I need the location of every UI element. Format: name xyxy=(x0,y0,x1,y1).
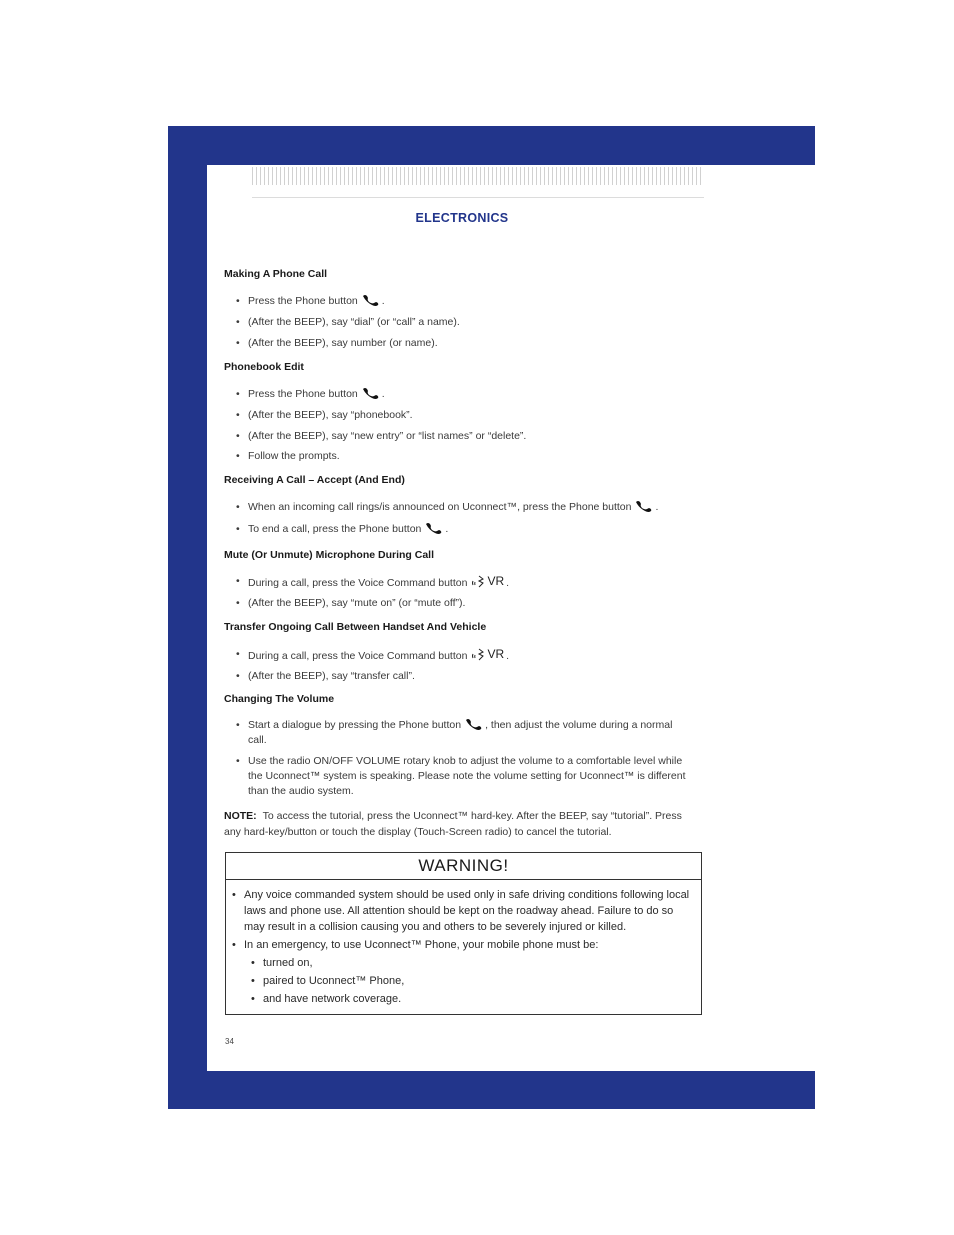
list-item: • When an incoming call rings/is announce… xyxy=(236,501,659,513)
note-text: To access the tutorial, press the Uconne… xyxy=(224,810,682,838)
section-heading: Transfer Ongoing Call Between Handset An… xyxy=(224,621,487,633)
section-heading: Mute (Or Unmute) Microphone During Call xyxy=(224,549,434,561)
phone-icon xyxy=(362,388,378,399)
list-item: • During a call, press the Voice Command … xyxy=(236,574,510,589)
section-heading: Receiving A Call – Accept (And End) xyxy=(224,474,405,486)
note-label: NOTE: xyxy=(224,810,257,822)
phone-icon xyxy=(362,295,378,306)
list-item: • During a call, press the Voice Command … xyxy=(236,647,510,662)
list-item: • To end a call, press the Phone button. xyxy=(236,523,449,535)
warning-item: • Any voice commanded system should be us… xyxy=(232,889,690,933)
warning-subitem: • and have network coverage. xyxy=(251,993,402,1005)
list-item: • (After the BEEP), say “dial” (or “call”… xyxy=(236,316,460,328)
list-item: • (After the BEEP), say number (or name). xyxy=(236,337,438,349)
list-item: • (After the BEEP), say “mute on” (or “mu… xyxy=(236,597,466,609)
page-number: 34 xyxy=(225,1037,234,1046)
decorative-tick-rule xyxy=(252,167,704,185)
warning-item: • In an emergency, to use Uconnect™ Phone… xyxy=(232,939,599,951)
warning-subitem: • paired to Uconnect™ Phone, xyxy=(251,975,405,987)
list-item: • (After the BEEP), say “phonebook”. xyxy=(236,409,413,421)
list-item: • Press the Phone button. xyxy=(236,295,385,307)
voice-command-icon: VR xyxy=(471,574,504,589)
note: NOTE: To access the tutorial, press the U… xyxy=(224,808,699,840)
section-title: ELECTRONICS xyxy=(415,211,509,225)
section-heading: Changing The Volume xyxy=(224,693,335,705)
list-item: • Press the Phone button. xyxy=(236,388,385,400)
list-item: • Use the radio ON/OFF VOLUME rotary knob… xyxy=(236,755,686,797)
phone-icon xyxy=(466,719,482,730)
phone-icon xyxy=(426,523,442,534)
list-item: • Start a dialogue by pressing the Phone … xyxy=(236,719,673,746)
list-item: • Follow the prompts. xyxy=(236,450,340,462)
list-item: • (After the BEEP), say “new entry” or “l… xyxy=(236,430,527,442)
list-item: • (After the BEEP), say “transfer call”. xyxy=(236,670,415,682)
warning-box: WARNING! • Any voice commanded system sho… xyxy=(225,852,702,1015)
header-divider xyxy=(252,197,704,198)
voice-command-icon: VR xyxy=(471,647,504,662)
phone-icon xyxy=(636,501,652,512)
section-heading: Phonebook Edit xyxy=(224,361,304,373)
warning-subitem: • turned on, xyxy=(251,957,313,969)
warning-title: WARNING! xyxy=(226,853,701,880)
section-heading: Making A Phone Call xyxy=(224,268,328,280)
